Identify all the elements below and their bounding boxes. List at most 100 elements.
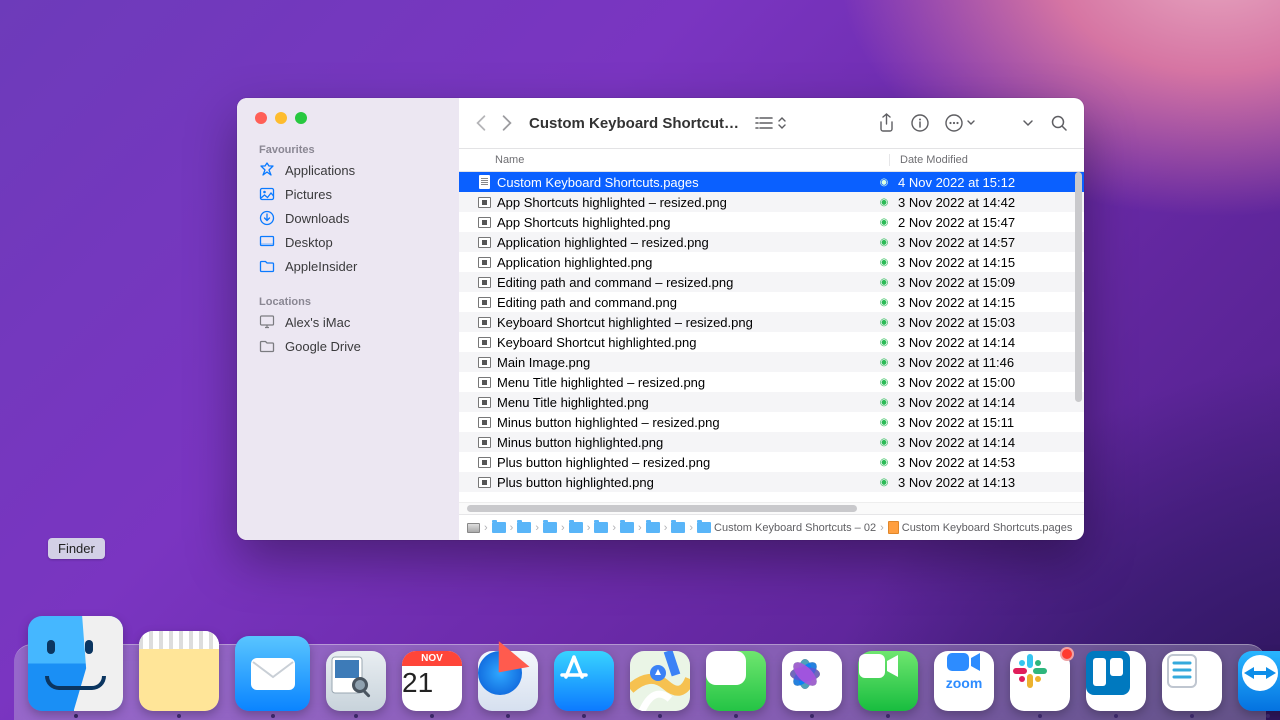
share-button[interactable]: [878, 113, 895, 133]
folder-icon: [569, 522, 583, 533]
horizontal-scrollbar-track[interactable]: [459, 502, 1084, 514]
path-segment[interactable]: [594, 522, 608, 533]
path-segment[interactable]: Custom Keyboard Shortcuts – 02: [697, 522, 876, 534]
zoom-button[interactable]: [295, 112, 307, 124]
dock-app-teamviewer[interactable]: [1238, 651, 1280, 718]
running-indicator: [74, 714, 78, 718]
sidebar-item-downloads[interactable]: Downloads: [237, 206, 459, 230]
path-segment[interactable]: [517, 522, 531, 533]
file-date: 3 Nov 2022 at 14:42: [894, 195, 1084, 210]
sync-status-icon: ◉: [874, 177, 894, 188]
file-row[interactable]: Minus button highlighted – resized.png◉3…: [459, 412, 1084, 432]
file-row[interactable]: Keyboard Shortcut highlighted.png◉3 Nov …: [459, 332, 1084, 352]
minimize-button[interactable]: [275, 112, 287, 124]
running-indicator: [582, 714, 586, 718]
path-label: Custom Keyboard Shortcuts – 02: [714, 522, 876, 534]
running-indicator: [177, 714, 181, 718]
toolbar-overflow-button[interactable]: [1022, 119, 1034, 127]
file-row[interactable]: Editing path and command – resized.png◉3…: [459, 272, 1084, 292]
info-button[interactable]: [911, 114, 929, 132]
sidebar-item-label: Google Drive: [285, 339, 361, 354]
running-indicator: [354, 714, 358, 718]
horizontal-scrollbar-thumb[interactable]: [467, 505, 857, 512]
file-row[interactable]: Application highlighted – resized.png◉3 …: [459, 232, 1084, 252]
column-name[interactable]: Name: [459, 154, 889, 166]
vertical-scrollbar[interactable]: [1075, 172, 1082, 402]
sidebar-item-applications[interactable]: Applications: [237, 158, 459, 182]
path-segment[interactable]: Custom Keyboard Shortcuts.pages: [888, 521, 1073, 534]
dock-app-things[interactable]: [1162, 651, 1222, 718]
folder-icon: [646, 522, 660, 533]
running-indicator: [1266, 714, 1270, 718]
sidebar-item-desktop[interactable]: Desktop: [237, 230, 459, 254]
column-date-modified[interactable]: Date Modified: [889, 154, 1084, 166]
file-row[interactable]: Custom Keyboard Shortcuts.pages◉4 Nov 20…: [459, 172, 1084, 192]
toolbar: Custom Keyboard Shortcut…: [459, 98, 1084, 148]
appstore-icon: [554, 651, 614, 711]
dock-app-zoom[interactable]: zoom: [934, 651, 994, 718]
path-segment[interactable]: [620, 522, 634, 533]
dock-app-appstore[interactable]: [554, 651, 614, 718]
dock-app-safari[interactable]: [478, 651, 538, 718]
dock-app-trello[interactable]: [1086, 651, 1146, 718]
file-row[interactable]: Keyboard Shortcut highlighted – resized.…: [459, 312, 1084, 332]
path-segment[interactable]: [569, 522, 583, 533]
sidebar-item-google-drive[interactable]: Google Drive: [237, 334, 459, 358]
dock-app-maps[interactable]: [630, 651, 690, 718]
image-file-icon: [478, 257, 491, 268]
file-date: 3 Nov 2022 at 14:53: [894, 455, 1084, 470]
view-options-button[interactable]: [755, 116, 787, 130]
file-date: 3 Nov 2022 at 14:14: [894, 335, 1084, 350]
close-button[interactable]: [255, 112, 267, 124]
path-bar[interactable]: ››››››››› Custom Keyboard Shortcuts – 02…: [459, 514, 1084, 540]
file-row[interactable]: Minus button highlighted.png◉3 Nov 2022 …: [459, 432, 1084, 452]
sync-status-icon: ◉: [874, 257, 894, 268]
file-row[interactable]: App Shortcuts highlighted – resized.png◉…: [459, 192, 1084, 212]
chevron-right-icon: ›: [664, 522, 668, 534]
file-row[interactable]: Menu Title highlighted.png◉3 Nov 2022 at…: [459, 392, 1084, 412]
folder-icon: [620, 522, 634, 533]
dock-app-facetime[interactable]: [858, 651, 918, 718]
path-segment[interactable]: [492, 522, 506, 533]
chevron-right-icon: ›: [561, 522, 565, 534]
file-name: Keyboard Shortcut highlighted – resized.…: [497, 315, 753, 330]
folder-icon: [492, 522, 506, 533]
sidebar-item-appleinsider[interactable]: AppleInsider: [237, 254, 459, 278]
path-segment[interactable]: [543, 522, 557, 533]
dock-app-photos[interactable]: [782, 651, 842, 718]
file-date: 3 Nov 2022 at 14:15: [894, 295, 1084, 310]
forward-button[interactable]: [501, 114, 513, 132]
file-name: Plus button highlighted – resized.png: [497, 455, 710, 470]
dock-app-notes[interactable]: [139, 631, 219, 718]
file-row[interactable]: Application highlighted.png◉3 Nov 2022 a…: [459, 252, 1084, 272]
dock-app-finder[interactable]: [28, 616, 123, 718]
file-row[interactable]: Plus button highlighted.png◉3 Nov 2022 a…: [459, 472, 1084, 492]
sync-status-icon: ◉: [874, 217, 894, 228]
action-button[interactable]: [945, 114, 976, 132]
path-segment[interactable]: [646, 522, 660, 533]
running-indicator: [506, 714, 510, 718]
file-row[interactable]: Main Image.png◉3 Nov 2022 at 11:46: [459, 352, 1084, 372]
chevron-right-icon: ›: [535, 522, 539, 534]
sidebar-item-pictures[interactable]: Pictures: [237, 182, 459, 206]
back-button[interactable]: [475, 114, 487, 132]
file-row[interactable]: Editing path and command.png◉3 Nov 2022 …: [459, 292, 1084, 312]
file-row[interactable]: Menu Title highlighted – resized.png◉3 N…: [459, 372, 1084, 392]
file-row[interactable]: Plus button highlighted – resized.png◉3 …: [459, 452, 1084, 472]
sidebar-item-alex-s-imac[interactable]: Alex's iMac: [237, 310, 459, 334]
file-date: 3 Nov 2022 at 14:14: [894, 435, 1084, 450]
file-row[interactable]: App Shortcuts highlighted.png◉2 Nov 2022…: [459, 212, 1084, 232]
running-indicator: [810, 714, 814, 718]
dock-app-calendar[interactable]: NOV21: [402, 651, 462, 718]
dock-app-mail[interactable]: [235, 636, 310, 718]
path-segment[interactable]: [671, 522, 685, 533]
path-segment[interactable]: [467, 523, 480, 533]
column-headers[interactable]: Name Date Modified: [459, 148, 1084, 172]
dock-app-messages[interactable]: [706, 651, 766, 718]
dock-app-preview[interactable]: [326, 651, 386, 718]
dock-app-slack[interactable]: [1010, 651, 1070, 718]
file-name: App Shortcuts highlighted.png: [497, 215, 670, 230]
search-button[interactable]: [1050, 114, 1068, 132]
zoom-icon: zoom: [934, 651, 994, 711]
sync-status-icon: ◉: [874, 197, 894, 208]
